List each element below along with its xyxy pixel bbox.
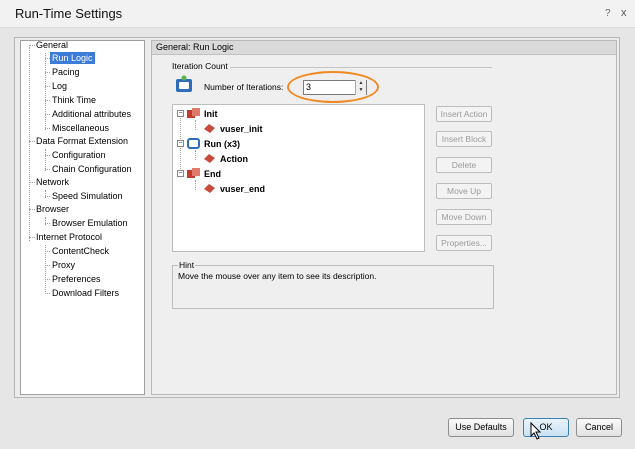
close-button[interactable]: x [621,7,627,19]
title-bar: Run-Time Settings ? x [0,0,635,28]
tree-connector [45,53,46,130]
iteration-icon [176,75,192,92]
tree-item-general[interactable]: General [34,39,70,51]
tree-item-chain-configuration[interactable]: Chain Configuration [50,163,134,175]
tree-item-data-format-extension[interactable]: Data Format Extension [34,135,130,147]
panel-header: General: Run Logic [152,41,616,55]
flow-item-run[interactable]: Run (x3) [204,138,240,150]
tree-item-log[interactable]: Log [50,80,69,92]
tree-item-run-logic[interactable]: Run Logic [50,52,95,64]
tree-item-preferences[interactable]: Preferences [50,273,103,285]
flow-item-end[interactable]: End [204,168,221,180]
tree-item-proxy[interactable]: Proxy [50,259,77,271]
action-icon [204,184,215,193]
collapse-init-icon[interactable]: − [177,110,184,117]
tree-item-browser-emulation[interactable]: Browser Emulation [50,217,130,229]
tree-item-network[interactable]: Network [34,176,71,188]
run-icon [187,138,200,149]
tree-connector [45,245,46,294]
group-divider [230,67,492,68]
tree-item-browser[interactable]: Browser [34,203,71,215]
use-defaults-button[interactable]: Use Defaults [448,418,514,437]
tree-item-additional-attributes[interactable]: Additional attributes [50,108,133,120]
move-up-button[interactable]: Move Up [436,183,492,199]
tree-item-pacing[interactable]: Pacing [50,66,82,78]
tree-item-internet-protocol[interactable]: Internet Protocol [34,231,104,243]
hint-text: Move the mouse over any item to see its … [178,271,377,281]
section-icon [187,108,200,118]
hint-title: Hint [178,260,196,270]
cancel-button[interactable]: Cancel [576,418,622,437]
flow-item-action[interactable]: Action [220,153,248,165]
highlight-annotation [287,71,379,103]
help-button[interactable]: ? [605,8,611,19]
insert-block-button[interactable]: Insert Block [436,131,492,147]
flow-item-vuser-init[interactable]: vuser_init [220,123,263,135]
tree-connector [45,149,46,171]
section-icon [187,168,200,178]
tree-item-download-filters[interactable]: Download Filters [50,287,121,299]
run-logic-tree[interactable]: − Init vuser_init − Run (x3) Action − En… [172,104,425,252]
tree-item-contentcheck[interactable]: ContentCheck [50,245,111,257]
insert-action-button[interactable]: Insert Action [436,106,492,122]
tree-item-speed-simulation[interactable]: Speed Simulation [50,190,125,202]
tree-item-think-time[interactable]: Think Time [50,94,98,106]
flow-item-init[interactable]: Init [204,108,218,120]
move-down-button[interactable]: Move Down [436,209,492,225]
tree-item-configuration[interactable]: Configuration [50,149,108,161]
window-title: Run-Time Settings [15,6,123,21]
action-icon [204,154,215,163]
collapse-end-icon[interactable]: − [177,170,184,177]
iteration-count-label: Iteration Count [172,61,228,71]
action-icon [204,124,215,133]
flow-item-vuser-end[interactable]: vuser_end [220,183,265,195]
settings-tree[interactable]: General Run Logic Pacing Log Think Time … [20,40,145,395]
collapse-run-icon[interactable]: − [177,140,184,147]
properties-button[interactable]: Properties... [436,235,492,251]
delete-button[interactable]: Delete [436,157,492,173]
iterations-label: Number of Iterations: [204,82,284,92]
mouse-cursor-icon [530,422,542,440]
tree-connector [29,47,30,241]
tree-item-miscellaneous[interactable]: Miscellaneous [50,122,111,134]
